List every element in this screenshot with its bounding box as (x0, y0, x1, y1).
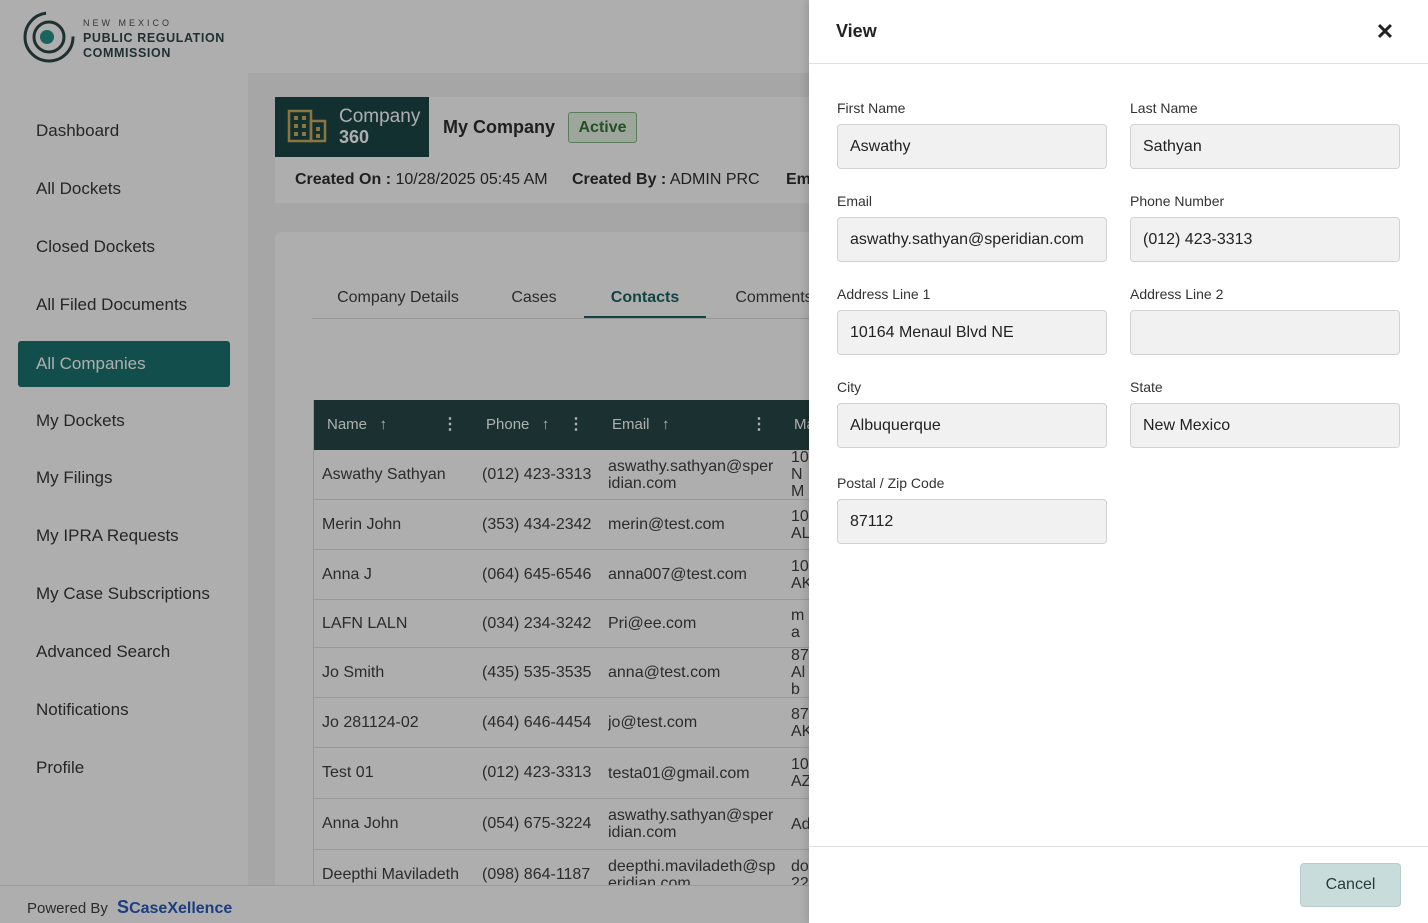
close-icon[interactable]: ✕ (1373, 20, 1397, 44)
phone-number-label: Phone Number (1130, 193, 1225, 209)
address-line-2-label: Address Line 2 (1130, 286, 1224, 302)
drawer-header: View ✕ (809, 0, 1428, 64)
postal-code-field[interactable] (837, 499, 1107, 544)
state-label: State (1130, 379, 1163, 395)
first-name-label: First Name (837, 100, 906, 116)
last-name-field[interactable] (1130, 124, 1400, 169)
state-field[interactable] (1130, 403, 1400, 448)
view-drawer: View ✕ First Name Last Name Email Phone … (809, 0, 1428, 923)
drawer-title: View (836, 21, 877, 41)
cancel-button[interactable]: Cancel (1300, 863, 1401, 907)
address-line-1-label: Address Line 1 (837, 286, 931, 302)
city-label: City (837, 379, 862, 395)
address-line-1-field[interactable] (837, 310, 1107, 355)
postal-code-label: Postal / Zip Code (837, 475, 945, 491)
first-name-field[interactable] (837, 124, 1107, 169)
address-line-2-field[interactable] (1130, 310, 1400, 355)
drawer-footer: Cancel (809, 846, 1428, 923)
last-name-label: Last Name (1130, 100, 1198, 116)
email-field[interactable] (837, 217, 1107, 262)
city-field[interactable] (837, 403, 1107, 448)
email-label: Email (837, 193, 873, 209)
phone-number-field[interactable] (1130, 217, 1400, 262)
modal-backdrop[interactable] (0, 0, 809, 923)
